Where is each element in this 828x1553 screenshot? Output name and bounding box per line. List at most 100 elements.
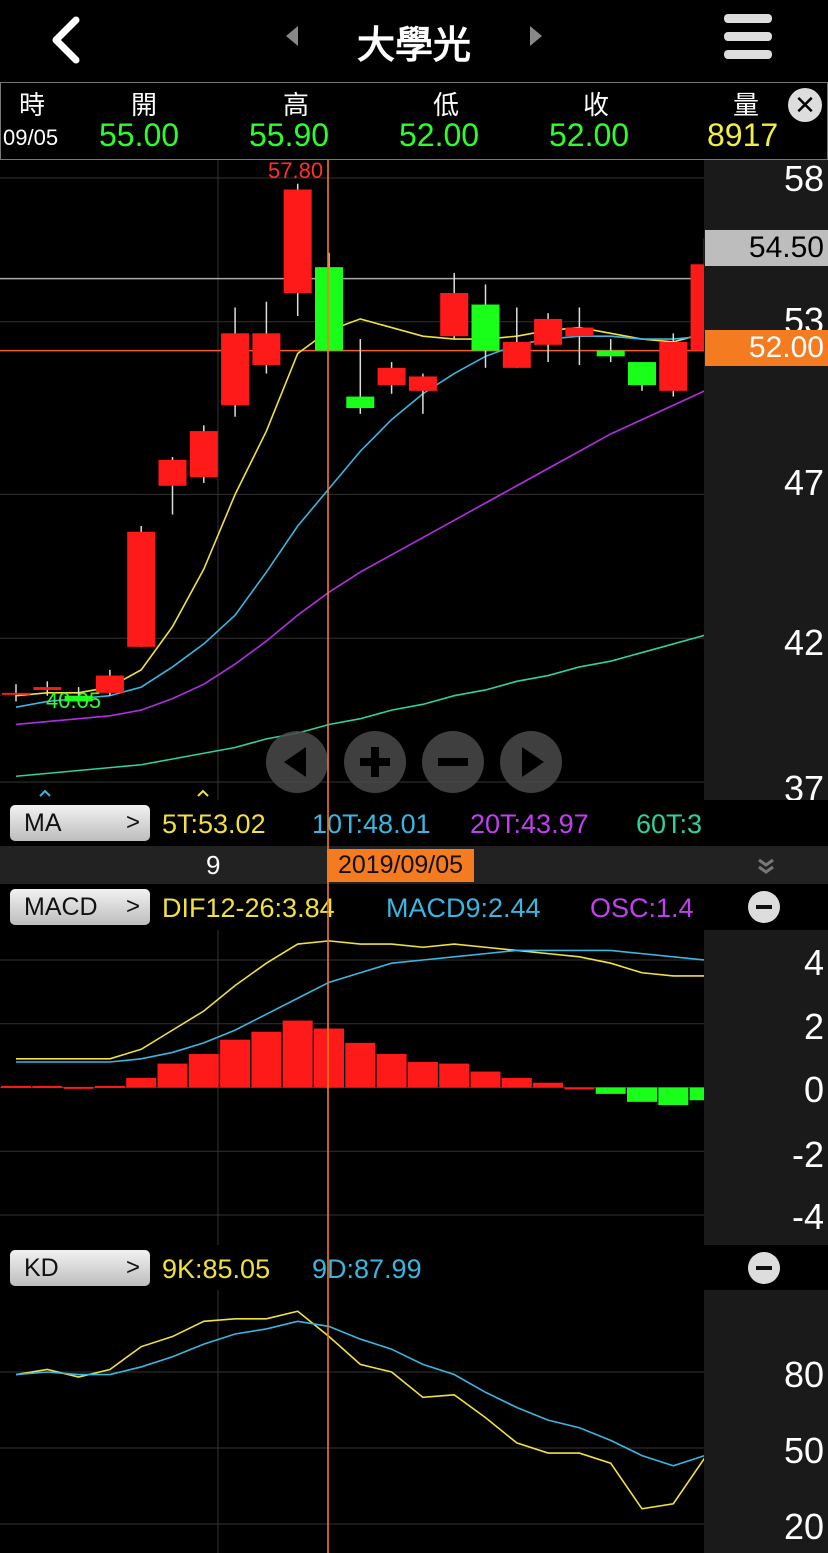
osc-bar [689, 1087, 704, 1101]
macd-chart[interactable] [0, 930, 704, 1245]
pan-right-button[interactable] [500, 731, 562, 793]
candle-body [659, 341, 688, 391]
candle-body [315, 267, 343, 351]
ma-select-button[interactable]: MA > [10, 805, 150, 841]
quote-bar: 時 開 高 低 收 量 09/05 55.00 55.90 52.00 52.0… [0, 82, 828, 160]
macd-tick-neg4: -4 [791, 1196, 824, 1237]
macd-tick-4: 4 [803, 942, 824, 983]
osc-bar [595, 1087, 626, 1094]
kd-line-9D [15, 1320, 704, 1467]
candle-body [346, 396, 375, 409]
osc-bar [94, 1085, 125, 1088]
label-time: 時 [19, 90, 46, 120]
macd-select-button[interactable]: MACD > [10, 889, 150, 925]
ma-button-label: MA [24, 809, 62, 837]
price-tick-58: 58 [783, 158, 824, 199]
price-chart[interactable] [0, 160, 704, 800]
osc-bar [439, 1063, 470, 1088]
kd-button-label: KD [24, 1254, 59, 1282]
close-icon: ✕ [794, 90, 816, 120]
osc-bar [1, 1085, 31, 1088]
candle-body [534, 318, 563, 345]
dif-value: DIF12-26:3.84 [162, 893, 335, 923]
next-stock-button[interactable] [526, 24, 546, 48]
osc-bar [314, 1028, 344, 1088]
zoom-in-button[interactable] [344, 731, 406, 793]
double-chevron-down-icon [758, 858, 774, 874]
candle-body [690, 264, 704, 351]
minus-icon [438, 758, 468, 766]
close-button[interactable]: ✕ [788, 88, 822, 122]
osc-bar [126, 1077, 157, 1088]
low-label: 40.05 [46, 688, 102, 713]
osc-value: OSC:1.4 [590, 893, 694, 923]
value-open: 55.00 [99, 117, 180, 153]
collapse-handle[interactable] [756, 856, 776, 881]
k-value: 9K:85.05 [162, 1254, 271, 1284]
ma60-value: 60T:3 [636, 809, 703, 839]
ma-line-20T [15, 390, 704, 726]
page-title: 大學光 [356, 25, 471, 67]
osc-bar [658, 1087, 689, 1106]
ma5-value: 5T:53.02 [162, 809, 266, 839]
kd-tick-50: 50 [783, 1430, 824, 1471]
play-left-icon [284, 747, 306, 777]
candle-body [502, 341, 531, 368]
date-tick: 9 [206, 850, 221, 880]
candle-body [471, 304, 500, 351]
macd-tick-2: 2 [803, 1006, 824, 1047]
pan-left-button[interactable] [266, 731, 328, 793]
plus-icon [360, 747, 390, 777]
osc-bar [188, 1054, 219, 1088]
candle-body [377, 367, 406, 386]
kd-select-button[interactable]: KD > [10, 1250, 150, 1286]
candle-body [408, 376, 437, 391]
price-tick-47: 47 [783, 462, 824, 503]
kd-tick-20: 20 [783, 1506, 824, 1547]
candle-body [221, 333, 250, 406]
kd-tick-80: 80 [783, 1354, 824, 1395]
high-label: 57.80 [268, 158, 324, 183]
candle-body [596, 350, 625, 357]
remove-macd-button[interactable] [748, 891, 780, 923]
kd-line-9K [15, 1310, 704, 1510]
osc-bar [345, 1042, 376, 1088]
reference-price-tag: 54.50 [705, 230, 828, 266]
osc-bar [407, 1062, 438, 1088]
osc-bar [32, 1085, 63, 1088]
osc-bar [376, 1054, 407, 1088]
macd-tick-neg2: -2 [791, 1134, 824, 1175]
chevron-right-icon: > [125, 893, 140, 920]
menu-button[interactable] [722, 12, 774, 62]
osc-bar [564, 1087, 595, 1090]
value-close: 52.00 [549, 117, 630, 153]
kd-chart[interactable] [0, 1290, 704, 1553]
osc-bar [282, 1020, 313, 1088]
osc-bar [627, 1087, 657, 1102]
macd9-value: MACD9:2.44 [386, 893, 541, 923]
osc-bar [470, 1071, 501, 1088]
play-right-icon [522, 747, 544, 777]
candle-body [2, 692, 30, 695]
value-time: 09/05 [3, 125, 59, 150]
value-low: 52.00 [399, 117, 480, 153]
candle-body [565, 327, 594, 337]
candle-body [158, 459, 187, 486]
ma20-value: 20T:43.97 [470, 809, 589, 839]
value-volume: 8917 [707, 117, 779, 153]
osc-bar [63, 1086, 94, 1089]
osc-bar [157, 1063, 188, 1088]
macd-tick-0: 0 [803, 1069, 824, 1110]
candle-body [252, 333, 281, 365]
ma10-value: 10T:48.01 [312, 809, 431, 839]
candle-body [127, 531, 156, 647]
zoom-out-button[interactable] [422, 731, 484, 793]
chevron-right-icon: > [125, 809, 140, 836]
remove-kd-button[interactable] [748, 1252, 780, 1284]
chevron-right-icon: > [125, 1254, 140, 1281]
caret-icon [39, 789, 51, 797]
macd-line-DIF12-26 [16, 940, 704, 1060]
osc-bar [533, 1082, 564, 1088]
hamburger-icon [724, 14, 772, 59]
value-high: 55.90 [249, 117, 330, 153]
